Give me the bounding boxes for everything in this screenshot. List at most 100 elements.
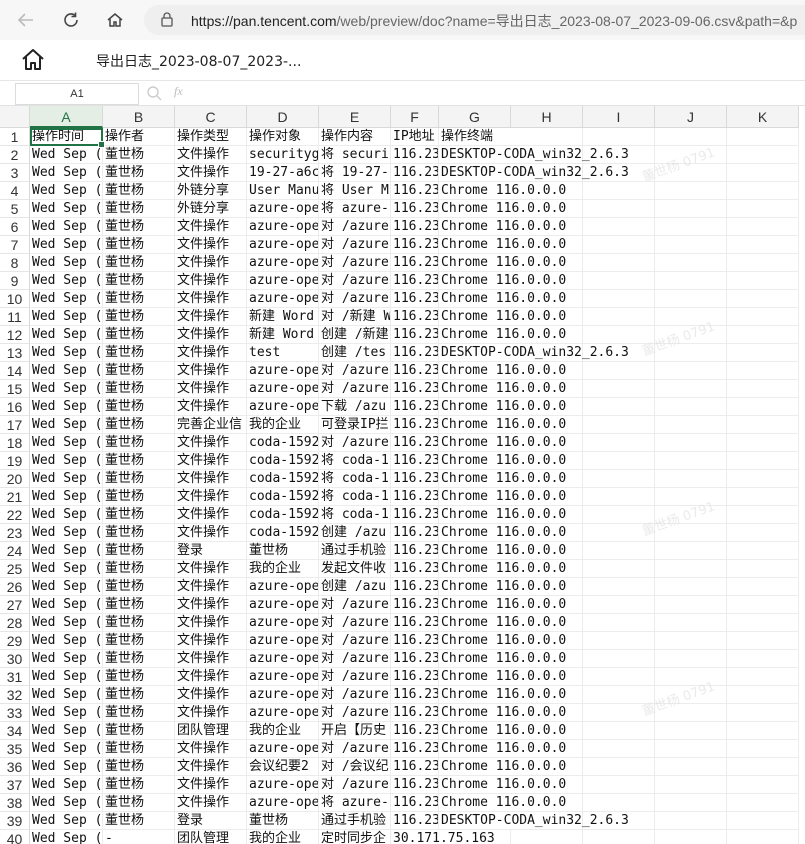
column-header-d[interactable]: D — [247, 106, 319, 128]
grid-cell[interactable] — [727, 668, 799, 686]
grid-cell[interactable]: 董世杨 — [103, 650, 175, 668]
grid-cell[interactable]: 文件操作 — [175, 560, 247, 578]
grid-cell[interactable]: Wed Sep ( — [30, 470, 103, 488]
grid-cell[interactable]: azure-ope — [247, 200, 319, 218]
grid-cell[interactable]: 对 /azure — [319, 272, 391, 290]
grid-cell[interactable]: Wed Sep ( — [30, 344, 103, 362]
grid-cell[interactable] — [727, 146, 799, 164]
grid-cell[interactable]: 文件操作 — [175, 254, 247, 272]
grid-cell[interactable] — [727, 434, 799, 452]
grid-cell[interactable]: Wed Sep ( — [30, 416, 103, 434]
grid-cell[interactable]: 操作内容 — [319, 128, 391, 146]
grid-cell[interactable]: 116.23 — [391, 596, 439, 614]
grid-cell[interactable] — [727, 578, 799, 596]
grid-cell[interactable]: 文件操作 — [175, 434, 247, 452]
grid-cell[interactable]: 完善企业信 — [175, 416, 247, 434]
grid-cell[interactable] — [655, 812, 727, 830]
grid-cell[interactable]: Chrome 116.0.0.0 — [439, 290, 649, 308]
grid-cell[interactable]: azure-ope — [247, 668, 319, 686]
grid-cell[interactable]: 116.23 — [391, 758, 439, 776]
grid-cell[interactable]: 对 /azure — [319, 380, 391, 398]
grid-cell[interactable]: 116.23 — [391, 200, 439, 218]
grid-cell[interactable]: 董世杨 — [103, 218, 175, 236]
grid-cell[interactable]: 董世杨 — [103, 344, 175, 362]
grid-cell[interactable]: 董世杨 — [103, 398, 175, 416]
grid-cell[interactable]: 将 azure- — [319, 794, 391, 812]
grid-cell[interactable] — [727, 506, 799, 524]
grid-cell[interactable]: 董世杨 — [103, 236, 175, 254]
grid-cell[interactable]: Wed Sep ( — [30, 398, 103, 416]
grid-cell[interactable]: Chrome 116.0.0.0 — [439, 596, 649, 614]
grid-cell[interactable]: 116.23 — [391, 668, 439, 686]
row-header[interactable]: 36 — [0, 758, 30, 776]
grid-cell[interactable]: Chrome 116.0.0.0 — [439, 470, 649, 488]
grid-cell[interactable] — [727, 218, 799, 236]
grid-cell[interactable] — [727, 128, 799, 146]
grid-cell[interactable]: 董世杨 — [103, 578, 175, 596]
grid-cell[interactable]: 董世杨 — [103, 272, 175, 290]
grid-cell[interactable]: 将 19-27- — [319, 164, 391, 182]
grid-cell[interactable]: 文件操作 — [175, 164, 247, 182]
grid-cell[interactable]: 团队管理 — [175, 722, 247, 740]
grid-cell[interactable]: Chrome 116.0.0.0 — [439, 182, 649, 200]
row-header[interactable]: 13 — [0, 344, 30, 362]
row-header[interactable]: 28 — [0, 614, 30, 632]
grid-cell[interactable] — [727, 794, 799, 812]
grid-cell[interactable]: 19-27-a6c — [247, 164, 319, 182]
grid-cell[interactable] — [727, 812, 799, 830]
row-header[interactable]: 30 — [0, 650, 30, 668]
grid-cell[interactable]: - — [103, 830, 175, 844]
grid-cell[interactable] — [727, 704, 799, 722]
reload-button[interactable] — [57, 6, 85, 34]
grid-cell[interactable]: DESKTOP-CODA_win32_2.6.3 — [439, 146, 649, 164]
grid-cell[interactable]: 116.23 — [391, 380, 439, 398]
grid-cell[interactable]: 操作对象 — [247, 128, 319, 146]
grid-cell[interactable]: 116.23 — [391, 326, 439, 344]
grid-cell[interactable]: Chrome 116.0.0.0 — [439, 758, 649, 776]
grid-cell[interactable]: 116.23 — [391, 416, 439, 434]
grid-cell[interactable]: test — [247, 344, 319, 362]
grid-cell[interactable]: Wed Sep ( — [30, 596, 103, 614]
grid-cell[interactable]: 文件操作 — [175, 794, 247, 812]
grid-cell[interactable]: azure-ope — [247, 596, 319, 614]
function-icon[interactable]: fx — [174, 84, 183, 99]
row-header[interactable]: 20 — [0, 470, 30, 488]
grid-cell[interactable]: 116.23 — [391, 776, 439, 794]
grid-cell[interactable]: Chrome 116.0.0.0 — [439, 578, 649, 596]
grid-cell[interactable]: 116.23 — [391, 578, 439, 596]
grid-cell[interactable] — [727, 254, 799, 272]
row-header[interactable]: 21 — [0, 488, 30, 506]
grid-cell[interactable]: 会议纪要2 — [247, 758, 319, 776]
row-header[interactable]: 33 — [0, 704, 30, 722]
grid-cell[interactable]: 董世杨 — [103, 164, 175, 182]
grid-cell[interactable]: 创建 /tes — [319, 344, 391, 362]
grid-cell[interactable] — [727, 290, 799, 308]
grid-cell[interactable]: azure-ope — [247, 362, 319, 380]
grid-cell[interactable]: 对 /azure — [319, 614, 391, 632]
grid-cell[interactable]: Wed Sep ( — [30, 362, 103, 380]
grid-cell[interactable]: 将 coda-1 — [319, 506, 391, 524]
grid-cell[interactable]: 对 /新建 Word 文 — [319, 308, 391, 326]
grid-cell[interactable]: azure-ope — [247, 236, 319, 254]
grid-cell[interactable]: 文件操作 — [175, 344, 247, 362]
grid-cell[interactable]: 我的企业 — [247, 722, 319, 740]
grid-cell[interactable]: 116.23 — [391, 434, 439, 452]
grid-cell[interactable] — [727, 200, 799, 218]
grid-cell[interactable]: 文件操作 — [175, 290, 247, 308]
grid-cell[interactable]: 董世杨 — [103, 758, 175, 776]
grid-cell[interactable]: 116.23 — [391, 704, 439, 722]
grid-cell[interactable]: Chrome 116.0.0.0 — [439, 614, 649, 632]
grid-cell[interactable]: Chrome 116.0.0.0 — [439, 488, 649, 506]
grid-cell[interactable]: Wed Sep ( — [30, 182, 103, 200]
grid-cell[interactable]: 董世杨 — [103, 200, 175, 218]
grid-cell[interactable]: Chrome 116.0.0.0 — [439, 380, 649, 398]
grid-cell[interactable]: 新建 Word — [247, 326, 319, 344]
grid-cell[interactable] — [727, 326, 799, 344]
grid-cell[interactable] — [655, 380, 727, 398]
grid-cell[interactable] — [727, 650, 799, 668]
grid-cell[interactable]: Wed Sep ( — [30, 776, 103, 794]
grid-cell[interactable] — [727, 830, 799, 844]
grid-cell[interactable]: 将 coda-1 — [319, 470, 391, 488]
grid-cell[interactable]: 董世杨 — [103, 290, 175, 308]
grid-cell[interactable]: 文件操作 — [175, 146, 247, 164]
